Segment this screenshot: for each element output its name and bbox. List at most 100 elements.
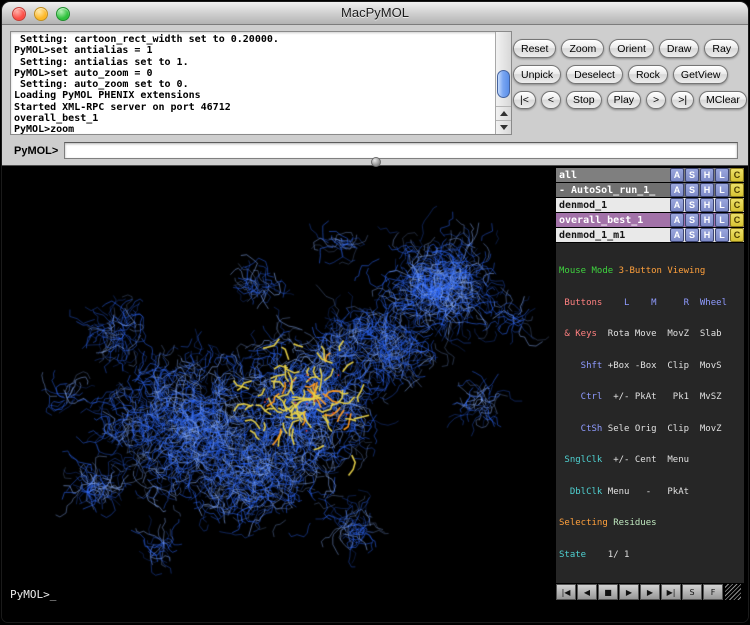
label-menu-button[interactable]: L — [715, 168, 729, 182]
action-menu-button[interactable]: A — [670, 183, 684, 197]
upper-control-panel: Setting: cartoon_rect_width set to 0.200… — [2, 25, 748, 166]
title-bar[interactable]: MacPyMOL — [2, 2, 748, 25]
movie-first-button[interactable]: |< — [513, 91, 536, 109]
selecting-label[interactable]: Selecting — [559, 518, 613, 528]
reset-button[interactable]: Reset — [513, 39, 556, 58]
state-value: 1/ 1 — [608, 550, 630, 560]
keys-values: Rota Move MovZ Slab — [602, 329, 721, 339]
color-menu-button[interactable]: C — [730, 168, 744, 182]
arrow-up-icon — [500, 111, 508, 116]
orient-button[interactable]: Orient — [609, 39, 654, 58]
action-menu-button[interactable]: A — [670, 228, 684, 242]
object-name[interactable]: all — [559, 170, 669, 181]
action-menu-button[interactable]: A — [670, 168, 684, 182]
command-input[interactable] — [64, 142, 738, 159]
show-menu-button[interactable]: S — [685, 198, 699, 212]
rock-button[interactable]: Rock — [628, 65, 668, 84]
object-name[interactable]: - AutoSol_run_1_ — [559, 185, 669, 196]
color-menu-button[interactable]: C — [730, 198, 744, 212]
hide-menu-button[interactable]: H — [700, 168, 714, 182]
viewport-prompt: PyMOL>_ — [10, 588, 56, 601]
mouse-panel-line: State 1/ 1 — [559, 550, 741, 561]
console-scrollbar[interactable] — [495, 32, 511, 134]
label-menu-button[interactable]: L — [715, 228, 729, 242]
vcr-back-button[interactable]: ◀ — [577, 584, 597, 600]
show-menu-button[interactable]: S — [685, 228, 699, 242]
main-area: PyMOL>_ all A S H L C - AutoSol_run_1_ A… — [2, 166, 748, 622]
selecting-value[interactable]: Residues — [613, 518, 656, 528]
scrollbar-arrows — [496, 106, 511, 134]
action-menu-button[interactable]: A — [670, 198, 684, 212]
snglclk-label: SnglClk — [559, 455, 602, 465]
mouse-panel-line: Mouse Mode 3-Button Viewing — [559, 266, 741, 277]
getview-button[interactable]: GetView — [673, 65, 729, 84]
ctrl-label: Ctrl — [559, 392, 602, 402]
hide-menu-button[interactable]: H — [700, 228, 714, 242]
state-label: State — [559, 550, 608, 560]
snglclk-values: +/- Cent Menu — [602, 455, 689, 465]
object-row-overall-best-1: overall_best_1 A S H L C — [556, 213, 744, 227]
viewport[interactable]: PyMOL>_ — [8, 168, 552, 622]
movie-back-button[interactable]: < — [541, 91, 561, 109]
hide-menu-button[interactable]: H — [700, 198, 714, 212]
label-menu-button[interactable]: L — [715, 183, 729, 197]
scroll-down-button[interactable] — [496, 120, 511, 134]
dblclk-values: Menu - PkAt — [602, 487, 689, 497]
vcr-stop-button[interactable]: ■ — [598, 584, 618, 600]
pymol-prompt-label: PyMOL> — [14, 145, 58, 157]
vcr-play-button[interactable]: ▶ — [619, 584, 639, 600]
movie-play-button[interactable]: Play — [607, 91, 641, 109]
mouse-mode-label: Mouse Mode — [559, 266, 619, 276]
molecule-render[interactable] — [8, 168, 552, 598]
show-menu-button[interactable]: S — [685, 213, 699, 227]
shft-values: +Box -Box Clip MovS — [602, 361, 721, 371]
show-menu-button[interactable]: S — [685, 183, 699, 197]
movie-forward-button[interactable]: > — [646, 91, 666, 109]
mclear-button[interactable]: MClear — [699, 91, 747, 109]
movie-control-bar: |◀ ◀ ■ ▶ ▶ ▶| S F — [556, 584, 744, 600]
resize-grip[interactable] — [725, 584, 741, 600]
deselect-button[interactable]: Deselect — [566, 65, 623, 84]
toolbar-row-3: |< < Stop Play > >| MClear — [513, 91, 747, 109]
hide-menu-button[interactable]: H — [700, 183, 714, 197]
mouse-mode-panel: Mouse Mode 3-Button Viewing Buttons L M … — [556, 243, 744, 583]
action-menu-button[interactable]: A — [670, 213, 684, 227]
mouse-panel-line: CtSh Sele Orig Clip MovZ — [559, 424, 741, 435]
draw-button[interactable]: Draw — [659, 39, 700, 58]
console-log: Setting: cartoon_rect_width set to 0.200… — [11, 32, 495, 134]
object-name[interactable]: denmod_1_m1 — [559, 230, 669, 241]
color-menu-button[interactable]: C — [730, 228, 744, 242]
ctsh-label: CtSh — [559, 424, 602, 434]
mouse-mode-value[interactable]: 3-Button Viewing — [619, 266, 706, 276]
movie-stop-button[interactable]: Stop — [566, 91, 602, 109]
color-menu-button[interactable]: C — [730, 183, 744, 197]
mouse-panel-line: Selecting Residues — [559, 518, 741, 529]
bottom-spacer — [556, 600, 744, 622]
color-menu-button[interactable]: C — [730, 213, 744, 227]
movie-last-button[interactable]: >| — [671, 91, 694, 109]
pane-resize-handle[interactable] — [371, 157, 381, 167]
scrollbar-thumb[interactable] — [497, 70, 510, 98]
zoom-button[interactable]: Zoom — [561, 39, 604, 58]
object-name[interactable]: overall_best_1 — [559, 215, 669, 226]
label-menu-button[interactable]: L — [715, 198, 729, 212]
dblclk-label: DblClk — [559, 487, 602, 497]
unpick-button[interactable]: Unpick — [513, 65, 561, 84]
output-console: Setting: cartoon_rect_width set to 0.200… — [10, 31, 512, 135]
label-menu-button[interactable]: L — [715, 213, 729, 227]
mouse-panel-line: Ctrl +/- PkAt Pk1 MvSZ — [559, 392, 741, 403]
vcr-end-button[interactable]: ▶| — [661, 584, 681, 600]
vcr-f-button[interactable]: F — [703, 584, 723, 600]
hide-menu-button[interactable]: H — [700, 213, 714, 227]
keys-label: & Keys — [559, 329, 602, 339]
scroll-up-button[interactable] — [496, 106, 511, 120]
ray-button[interactable]: Ray — [704, 39, 739, 58]
object-name[interactable]: denmod_1 — [559, 200, 669, 211]
vcr-forward-button[interactable]: ▶ — [640, 584, 660, 600]
mouse-panel-line: SnglClk +/- Cent Menu — [559, 455, 741, 466]
show-menu-button[interactable]: S — [685, 168, 699, 182]
macpymol-window: MacPyMOL Setting: cartoon_rect_width set… — [2, 2, 748, 622]
vcr-s-button[interactable]: S — [682, 584, 702, 600]
window-title: MacPyMOL — [2, 5, 748, 20]
vcr-first-button[interactable]: |◀ — [556, 584, 576, 600]
